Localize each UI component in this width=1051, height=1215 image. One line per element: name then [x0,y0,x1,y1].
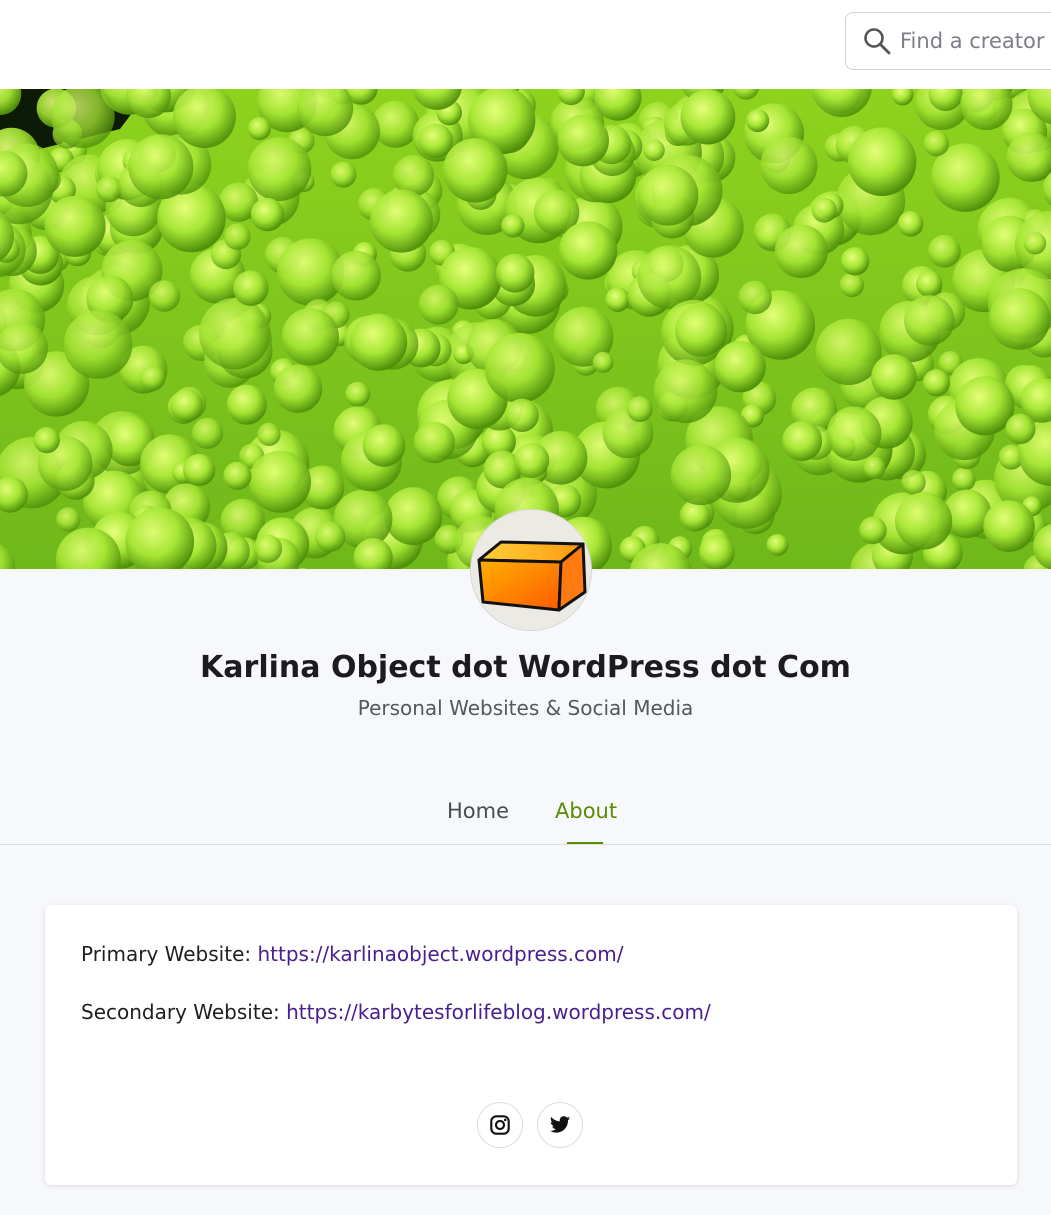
primary-website-label: Primary Website: [81,942,252,966]
secondary-website-label: Secondary Website: [81,1000,280,1024]
profile-name: Karlina Object dot WordPress dot Com [200,650,851,685]
cover-image [0,89,1051,569]
search-input[interactable] [900,13,1051,69]
secondary-website-link[interactable]: https://karbytesforlifeblog.wordpress.co… [286,1000,711,1024]
top-bar [0,0,1051,89]
primary-website-line: Primary Website: https://karlinaobject.w… [81,942,624,966]
cover-texture [0,89,1051,569]
box-logo-icon [471,510,591,630]
profile-tagline: Personal Websites & Social Media [357,696,694,720]
secondary-website-line: Secondary Website: https://karbytesforli… [81,1000,711,1024]
about-card: Primary Website: https://karlinaobject.w… [45,905,1017,1185]
avatar [471,510,591,630]
tab-about[interactable]: About [555,799,617,823]
profile-tabs: Home About [0,790,1051,845]
tab-home[interactable]: Home [447,799,509,823]
instagram-icon [490,1115,510,1135]
twitter-button[interactable] [537,1102,583,1148]
search-box[interactable] [845,12,1051,70]
active-tab-indicator [567,842,603,844]
instagram-button[interactable] [477,1102,523,1148]
primary-website-link[interactable]: https://karlinaobject.wordpress.com/ [257,942,623,966]
twitter-icon [549,1116,571,1133]
search-icon [864,28,891,55]
